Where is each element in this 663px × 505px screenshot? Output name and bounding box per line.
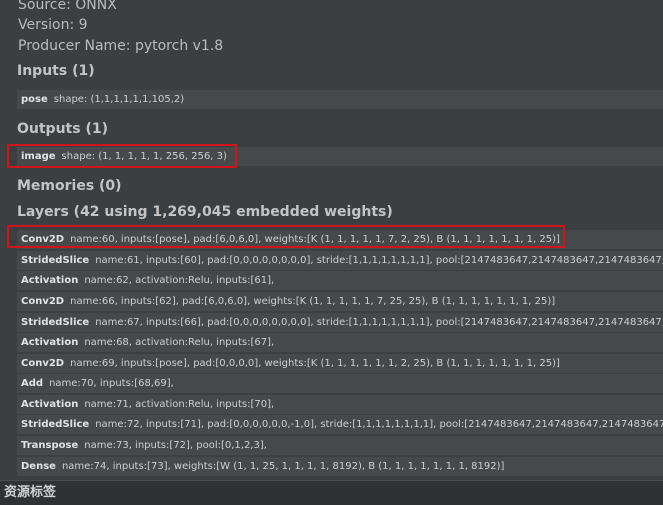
model-producer: Producer Name: pytorch v1.8 [18, 38, 224, 54]
layer-detail: name:70, inputs:[68,69], [49, 378, 174, 389]
layer-detail: name:73, inputs:[72], pool:[0,1,2,3], [84, 440, 267, 451]
output-name: image [21, 151, 56, 162]
layer-detail: name:66, inputs:[62], pad:[6,0,6,0], wei… [70, 296, 556, 307]
layer-row-add-70[interactable]: Add name:70, inputs:[68,69], [17, 374, 663, 393]
output-detail: shape: (1, 1, 1, 1, 1, 256, 256, 3) [61, 151, 227, 162]
layer-detail: name:67, inputs:[66], pad:[0,0,0,0,0,0,0… [95, 317, 663, 328]
layer-name: Transpose [21, 440, 79, 451]
model-source: Source: ONNX [18, 0, 117, 13]
layer-detail: name:60, inputs:[pose], pad:[6,0,6,0], w… [70, 234, 560, 245]
layer-name: Add [21, 378, 44, 389]
layer-name: Activation [21, 399, 79, 410]
layer-name: StridedSlice [21, 317, 90, 328]
layer-name: Conv2D [21, 296, 65, 307]
inputs-title: Inputs (1) [17, 63, 95, 79]
layers-title: Layers (42 using 1,269,045 embedded weig… [17, 204, 393, 220]
layer-detail: name:62, activation:Relu, inputs:[61], [84, 275, 275, 286]
output-row-image[interactable]: image shape: (1, 1, 1, 1, 1, 256, 256, 3) [17, 147, 663, 166]
layer-name: Conv2D [21, 234, 65, 245]
layer-row-dense-74[interactable]: Dense name:74, inputs:[73], weights:[W (1… [17, 457, 663, 476]
layer-detail: name:74, inputs:[73], weights:[W (1, 1, … [61, 461, 505, 472]
layer-detail: name:72, inputs:[71], pad:[0,0,0,0,0,0,-… [95, 419, 663, 430]
layer-name: StridedSlice [21, 255, 90, 266]
layer-row-conv2d-60[interactable]: Conv2D name:60, inputs:[pose], pad:[6,0,6… [17, 230, 663, 249]
layer-name: StridedSlice [21, 419, 90, 430]
layer-row-conv2d-66[interactable]: Conv2D name:66, inputs:[62], pad:[6,0,6,0… [17, 292, 663, 311]
outputs-title: Outputs (1) [17, 121, 108, 137]
layer-row-stridedslice-61[interactable]: StridedSlice name:61, inputs:[60], pad:[0… [17, 251, 663, 270]
layer-row-activation-68[interactable]: Activation name:68, activation:Relu, inpu… [17, 333, 663, 352]
layer-name: Conv2D [21, 358, 65, 369]
layer-row-conv2d-69[interactable]: Conv2D name:69, inputs:[pose], pad:[0,0,0… [17, 354, 663, 373]
input-detail: shape: (1,1,1,1,1,1,105,2) [53, 94, 185, 105]
layer-row-transpose-73[interactable]: Transpose name:73, inputs:[72], pool:[0,1… [17, 436, 663, 455]
input-name: pose [21, 94, 48, 105]
layer-row-activation-62[interactable]: Activation name:62, activation:Relu, inpu… [17, 271, 663, 290]
layer-name: Activation [21, 275, 79, 286]
layer-name: Dense [21, 461, 56, 472]
layer-detail: name:69, inputs:[pose], pad:[0,0,0,0], w… [70, 358, 560, 369]
memories-title: Memories (0) [17, 178, 122, 194]
model-version: Version: 9 [18, 17, 88, 33]
layer-detail: name:61, inputs:[60], pad:[0,0,0,0,0,0,0… [95, 255, 663, 266]
layer-detail: name:68, activation:Relu, inputs:[67], [84, 337, 275, 348]
layer-row-stridedslice-72[interactable]: StridedSlice name:72, inputs:[71], pad:[0… [17, 415, 663, 434]
layer-row-activation-71[interactable]: Activation name:71, activation:Relu, inpu… [17, 395, 663, 414]
resource-tags-label: 资源标签 [4, 485, 57, 500]
layer-name: Activation [21, 337, 79, 348]
input-row-pose[interactable]: pose shape: (1,1,1,1,1,1,105,2) [17, 90, 663, 109]
layer-detail: name:71, activation:Relu, inputs:[70], [84, 399, 275, 410]
resource-tags-bar[interactable]: 资源标签 [0, 480, 663, 505]
layer-row-stridedslice-67[interactable]: StridedSlice name:67, inputs:[66], pad:[0… [17, 313, 663, 332]
